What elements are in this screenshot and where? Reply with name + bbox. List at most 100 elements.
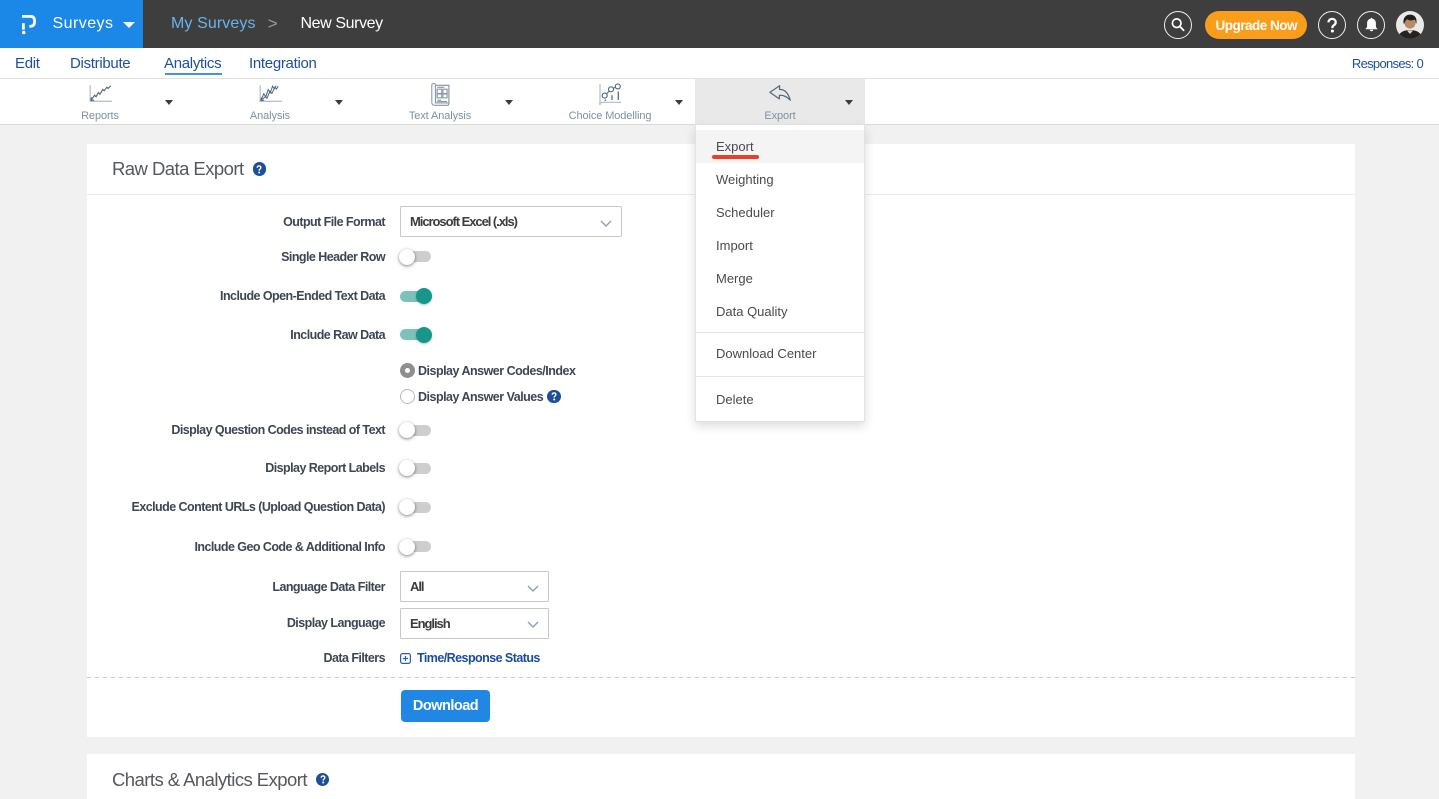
field-control: [400, 541, 431, 552]
radio-label: Display Answer Codes/Index: [418, 364, 575, 378]
reports-line-chart-icon: [15, 85, 185, 103]
field-control: [400, 502, 431, 513]
analysis-dropdown-caret-icon[interactable]: [335, 100, 343, 105]
product-switcher[interactable]: Surveys: [0, 0, 143, 48]
include-open-ended-toggle[interactable]: [400, 291, 431, 302]
tab-analytics[interactable]: Analytics: [164, 48, 221, 78]
upgrade-now-button[interactable]: Upgrade Now: [1205, 11, 1307, 39]
include-geo-code-row: Include Geo Code & Additional Info: [87, 532, 1355, 562]
field-control: Time/Response Status: [400, 651, 540, 665]
exclude-content-urls-row: Exclude Content URLs (Upload Question Da…: [87, 492, 1355, 522]
field-control: Display Answer Codes/Index: [400, 363, 575, 378]
field-control: All: [400, 571, 549, 602]
menu-item-scheduler[interactable]: Scheduler: [696, 196, 864, 229]
link-label: Time/Response Status: [417, 651, 540, 665]
menu-item-data-quality[interactable]: Data Quality: [696, 295, 864, 328]
menu-item-download-center[interactable]: Download Center: [696, 337, 864, 370]
display-answer-codes-radio[interactable]: [400, 363, 415, 378]
charts-analytics-export-card: Charts & Analytics Export: [87, 754, 1355, 799]
field-label: Single Header Row: [87, 250, 385, 264]
menu-item-delete[interactable]: Delete: [696, 383, 864, 416]
toolbar-item-label: Text Analysis: [355, 110, 525, 122]
menu-item-import[interactable]: Import: [696, 229, 864, 262]
menu-item-export[interactable]: Export: [696, 130, 864, 163]
chevron-down-icon: [527, 585, 539, 593]
field-label: Include Geo Code & Additional Info: [87, 540, 385, 554]
single-header-row-toggle[interactable]: [400, 251, 431, 262]
display-language-row: Display Language English: [87, 608, 1355, 638]
exclude-content-urls-toggle[interactable]: [400, 502, 431, 513]
field-control: English: [400, 608, 549, 639]
field-label: Display Report Labels: [87, 461, 385, 475]
field-label: Display Language: [87, 616, 385, 630]
breadcrumb-separator: >: [268, 14, 278, 34]
question-mark-icon: [255, 165, 263, 174]
field-label: Include Open-Ended Text Data: [87, 289, 385, 303]
toggle-knob: [399, 499, 415, 515]
select-value: Microsoft Excel (.xls): [410, 214, 517, 229]
choice-modelling-dropdown-caret-icon[interactable]: [675, 100, 683, 105]
menu-item-label: Weighting: [716, 172, 774, 187]
toggle-knob: [399, 539, 415, 555]
field-control: [400, 291, 431, 302]
notifications-button[interactable]: [1357, 11, 1385, 39]
survey-section-tabs: Edit Distribute Analytics Integration Re…: [0, 48, 1439, 79]
card-title: Raw Data Export: [112, 158, 244, 180]
toolbar-item-reports[interactable]: Reports: [15, 79, 185, 125]
output-file-format-select[interactable]: Microsoft Excel (.xls): [400, 206, 622, 237]
field-control: [400, 329, 431, 340]
display-report-labels-row: Display Report Labels: [87, 453, 1355, 483]
toolbar-item-label: Choice Modelling: [525, 110, 695, 122]
charts-export-help-icon[interactable]: [316, 773, 330, 787]
toolbar-item-text-analysis[interactable]: Text Analysis: [355, 79, 525, 125]
include-geo-code-toggle[interactable]: [400, 541, 431, 552]
card-title: Charts & Analytics Export: [112, 769, 307, 791]
language-data-filter-row: Language Data Filter All: [87, 571, 1355, 602]
text-analysis-dropdown-caret-icon[interactable]: [505, 100, 513, 105]
menu-separator: [696, 376, 864, 377]
toolbar-item-choice-modelling[interactable]: Choice Modelling: [525, 79, 695, 125]
search-button[interactable]: [1164, 11, 1192, 39]
toolbar-item-analysis[interactable]: Analysis: [185, 79, 355, 125]
bell-icon: [1364, 17, 1379, 33]
include-raw-data-toggle[interactable]: [400, 329, 431, 340]
field-label: Output File Format: [87, 215, 385, 229]
display-question-codes-toggle[interactable]: [400, 425, 431, 436]
field-label: Language Data Filter: [87, 580, 385, 594]
chevron-down-icon: [527, 621, 539, 629]
raw-data-export-help-icon[interactable]: [253, 162, 267, 176]
question-mark-icon: [1324, 17, 1340, 34]
display-language-select[interactable]: English: [400, 608, 549, 639]
tab-edit[interactable]: Edit: [15, 48, 40, 78]
analytics-toolbar: Reports Analysis Text Analysis Choice Mo…: [0, 79, 1439, 125]
tab-integration[interactable]: Integration: [249, 48, 317, 78]
field-control: [400, 425, 431, 436]
export-dropdown-caret-icon[interactable]: [845, 100, 853, 105]
question-mark-icon: [550, 392, 558, 401]
export-arrow-icon: [695, 85, 865, 103]
menu-item-merge[interactable]: Merge: [696, 262, 864, 295]
display-answer-values-radio[interactable]: [400, 389, 415, 404]
product-caret-icon: [123, 22, 135, 28]
toolbar-item-export[interactable]: Export: [695, 79, 865, 125]
toolbar-item-label: Export: [695, 110, 865, 122]
menu-item-label: Import: [716, 238, 753, 253]
analysis-multiline-chart-icon: [185, 85, 355, 103]
tab-distribute[interactable]: Distribute: [70, 48, 130, 78]
breadcrumb-my-surveys[interactable]: My Surveys: [171, 15, 256, 33]
display-report-labels-toggle[interactable]: [400, 463, 431, 474]
menu-item-label: Download Center: [716, 346, 816, 361]
download-button[interactable]: Download: [401, 690, 490, 722]
time-response-status-link[interactable]: Time/Response Status: [400, 651, 540, 665]
product-name: Surveys: [53, 0, 114, 48]
responses-count[interactable]: Responses: 0: [1352, 48, 1423, 78]
menu-item-weighting[interactable]: Weighting: [696, 163, 864, 196]
toggle-knob: [416, 288, 432, 304]
help-button[interactable]: [1318, 11, 1346, 39]
questionpro-logo-icon: [22, 15, 38, 35]
language-data-filter-select[interactable]: All: [400, 571, 549, 602]
user-avatar[interactable]: [1396, 11, 1424, 39]
answer-values-help-icon[interactable]: [547, 390, 561, 404]
reports-dropdown-caret-icon[interactable]: [165, 100, 173, 105]
field-label: Data Filters: [87, 651, 385, 665]
